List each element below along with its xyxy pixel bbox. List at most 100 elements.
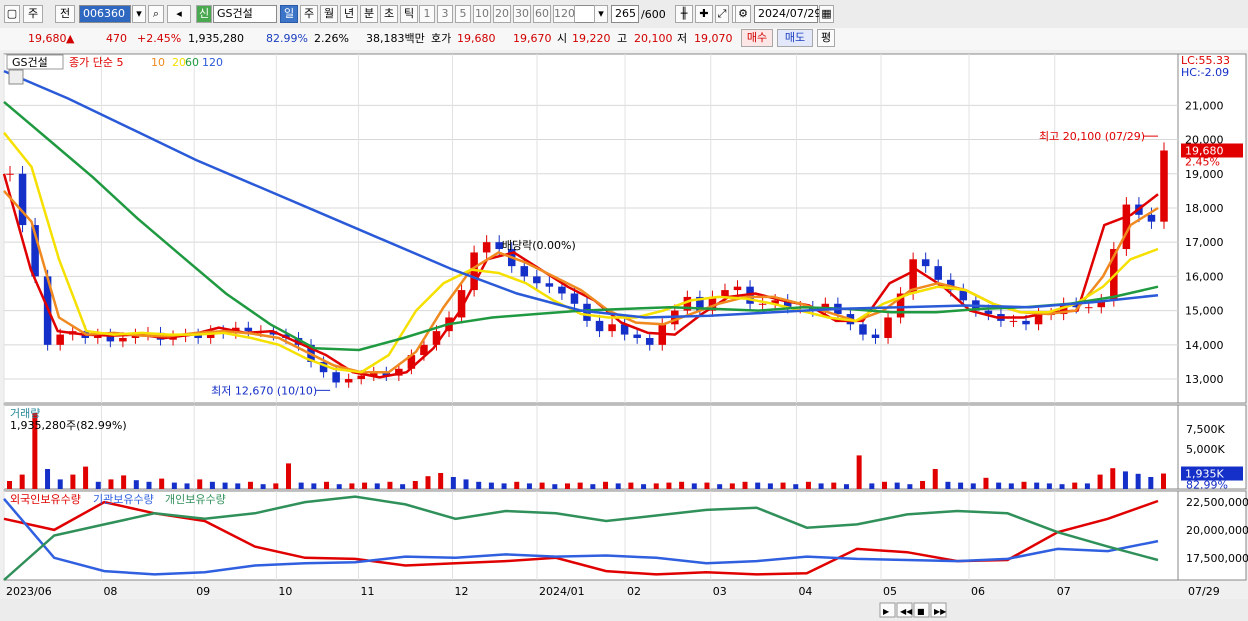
chevron-down-icon[interactable]: ▾ (132, 5, 146, 23)
volume-bar (653, 483, 659, 489)
open-label: 시 (557, 32, 568, 45)
dividend-annotation: 배당락(0.00%) (502, 239, 576, 252)
volume-bar (843, 484, 849, 489)
period-button-6[interactable]: 틱 (400, 5, 418, 23)
candle (959, 290, 968, 301)
period-short-select[interactable]: 주 (23, 5, 43, 23)
minute-button-60[interactable]: 60 (533, 5, 551, 23)
change-value: 470 (106, 32, 127, 45)
candle-icon[interactable]: ╫ (675, 5, 693, 23)
minute-button-3[interactable]: 3 (437, 5, 453, 23)
candle (1009, 320, 1018, 322)
period-button-2[interactable]: 월 (320, 5, 338, 23)
legend-ma: 60 (185, 56, 199, 69)
chart-area[interactable]: 21,00020,00019,00018,00017,00016,00015,0… (0, 50, 1248, 621)
volume-bar (501, 483, 507, 489)
period-button-1[interactable]: 주 (300, 5, 318, 23)
period-button-0[interactable]: 일 (280, 5, 298, 23)
candle (332, 372, 340, 383)
candle (934, 266, 942, 280)
speaker-icon[interactable]: ◂ (167, 5, 191, 23)
window-icon[interactable]: ▢ (4, 5, 20, 23)
period-button-5[interactable]: 초 (380, 5, 398, 23)
legend-ma: 120 (202, 56, 223, 69)
volume-bar (159, 478, 165, 489)
low-value: 19,070 (694, 32, 733, 45)
stock-code-input[interactable]: 006360 (79, 5, 131, 23)
candle (1147, 214, 1156, 222)
minute-button-20[interactable]: 20 (493, 5, 511, 23)
period-button-4[interactable]: 분 (360, 5, 378, 23)
prev-button[interactable]: 전 (55, 5, 75, 23)
minute-button-120[interactable]: 120 (553, 5, 575, 23)
candle (344, 379, 353, 383)
search-icon[interactable]: ⌕ (148, 5, 164, 23)
volume-bar (438, 473, 444, 489)
volume-bar (184, 483, 190, 489)
volume-bar (831, 482, 837, 489)
count-input[interactable]: 265 (611, 5, 639, 23)
eval-button[interactable]: 평 (817, 29, 835, 47)
candle (633, 334, 641, 338)
volume-bar (526, 483, 532, 489)
toolbar: ▢ 주 전 006360 ▾ ⌕ ◂ 신 GS건설 ▾ 265 /600 ╫ ✚… (0, 0, 1248, 29)
holdings-tick-label: 17,500,000 (1186, 552, 1248, 565)
x-tick-label: 08 (103, 585, 117, 598)
crosshair-icon[interactable]: ✚ (695, 5, 713, 23)
sell-button[interactable]: 매도 (777, 29, 813, 47)
volume-bar (717, 484, 723, 489)
minute-button-1[interactable]: 1 (419, 5, 435, 23)
minute-button-5[interactable]: 5 (455, 5, 471, 23)
candle (244, 327, 253, 332)
volume-current-label: 1,935,280주(82.99%) (10, 419, 127, 432)
candle (871, 334, 880, 338)
holdings-tick-label: 22,500,000 (1186, 496, 1248, 509)
current-change-label: 2.45% (1185, 155, 1220, 168)
legend-ma5: 종가 단순 5 (69, 56, 123, 69)
volume-bar (83, 466, 89, 489)
volume-bar (603, 481, 609, 489)
change-pct: +2.45% (137, 32, 182, 45)
draw-icon[interactable]: ⤢ (715, 5, 729, 23)
volume-bar (1097, 474, 1103, 489)
period-button-3[interactable]: 년 (340, 5, 358, 23)
candle (482, 242, 491, 253)
volume-bar (121, 475, 127, 489)
volume-bar (1135, 473, 1141, 489)
x-tick-label: 2023/06 (6, 585, 52, 598)
date-input[interactable]: 2024/07/29 (754, 5, 821, 23)
volume-bar (298, 482, 304, 489)
calendar-icon[interactable]: ▦ (819, 5, 834, 23)
gear-icon[interactable]: ⚙ (735, 5, 751, 23)
candle (1160, 150, 1168, 222)
volume-bar (793, 484, 799, 489)
volume-bar (882, 481, 888, 489)
bid-value: 19,670 (513, 32, 552, 45)
ask-value: 19,680 (457, 32, 496, 45)
low-label: 저 (677, 32, 688, 45)
buy-button[interactable]: 매수 (741, 29, 773, 47)
x-tick-label: 12 (454, 585, 468, 598)
volume-bar (615, 483, 621, 489)
stock-name-field[interactable]: GS건설 (213, 5, 277, 23)
panel-2 (3, 404, 1179, 490)
high-annotation: 최고 20,100 (07/29) (1039, 130, 1145, 143)
volume-bar (958, 482, 964, 489)
up-arrow-icon: ▲ (66, 32, 75, 45)
volume-bar (666, 482, 672, 489)
candle (545, 283, 554, 287)
volume-bar (641, 484, 647, 489)
volume-bar (387, 481, 393, 489)
volume-bar (349, 483, 355, 489)
volume-bar (1034, 482, 1040, 489)
volume-bar (729, 483, 735, 489)
x-tick-label: 10 (278, 585, 292, 598)
minute-button-30[interactable]: 30 (513, 5, 531, 23)
volume-bar (996, 482, 1002, 489)
chevron-down-icon[interactable]: ▾ (594, 5, 608, 23)
minute-button-10[interactable]: 10 (473, 5, 491, 23)
x-tick-label: 06 (971, 585, 985, 598)
volume-tick-label: 5,000K (1186, 443, 1225, 456)
volume-bar (324, 481, 330, 489)
volume-ratio: 82.99% (266, 32, 308, 45)
